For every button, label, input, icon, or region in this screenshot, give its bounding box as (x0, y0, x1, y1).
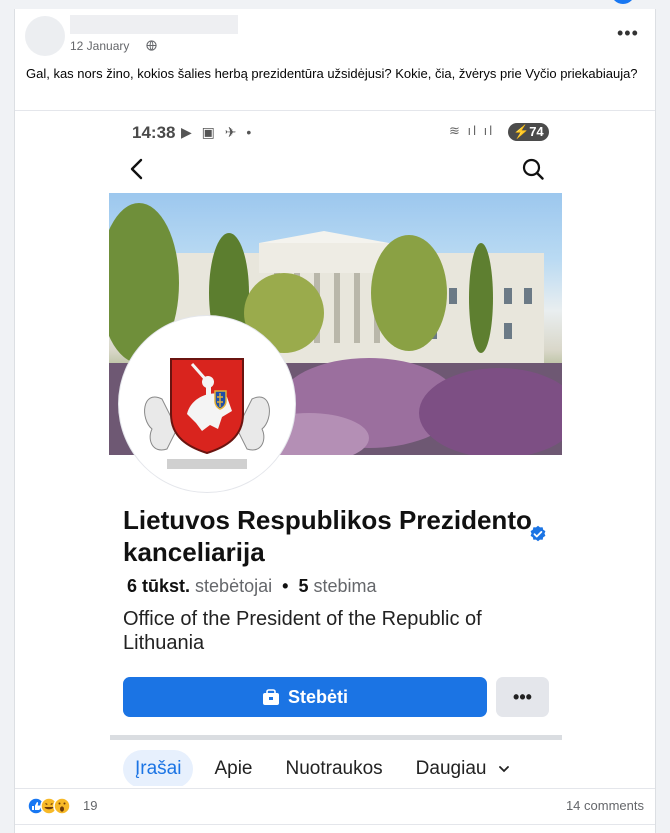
page-tabs: Įrašai Apie Nuotraukos Daugiau (123, 749, 531, 786)
coat-of-arms-image (144, 358, 270, 469)
tab-irasai[interactable]: Įrašai (123, 750, 194, 786)
divider (110, 735, 562, 740)
tab-daugiau-label: Daugiau (415, 758, 487, 779)
followers-label: stebėtojai (195, 576, 273, 596)
tab-nuotraukos[interactable]: Nuotraukos (274, 750, 395, 786)
phone-time: 14:38 (132, 123, 176, 142)
top-strip (0, 0, 670, 9)
phone-status-icons: ▶ ▣ ✈ • (181, 124, 255, 140)
following-count: 5 (298, 576, 309, 596)
following-label: stebima (313, 576, 377, 596)
redacted-author-name[interactable] (70, 15, 238, 34)
followers-count: 6 tūkst. (127, 576, 191, 596)
back-chevron-icon[interactable] (127, 157, 147, 181)
tab-daugiau[interactable]: Daugiau (404, 750, 522, 786)
avatar[interactable] (25, 16, 65, 56)
phone-signal-icons: ≋ ıl ıl (449, 123, 495, 138)
reactions-icons[interactable] (27, 797, 79, 815)
notification-indicator (611, 0, 635, 4)
battery-badge: ⚡74 (508, 123, 549, 141)
verified-icon (530, 525, 546, 542)
post-date[interactable]: 12 January (70, 39, 129, 53)
follower-stats[interactable]: 6 tūkst. stebėtojai • 5 stebima (127, 576, 377, 597)
page-description: Office of the President of the Republic … (123, 608, 482, 654)
tab-apie[interactable]: Apie (202, 750, 264, 786)
follow-icon (262, 688, 279, 705)
reaction-count[interactable]: 19 (83, 798, 97, 813)
follow-button-label: Stebėti (287, 686, 348, 707)
wow-icon (53, 797, 71, 815)
search-icon[interactable] (522, 158, 544, 180)
comment-input-row[interactable] (15, 824, 655, 833)
more-options-button[interactable]: ••• (496, 677, 549, 717)
profile-picture[interactable] (119, 316, 295, 492)
post-card: 12 January ••• Gal, kas nors žino, kokio… (14, 9, 656, 833)
page-title: Lietuvos Respublikos Prezidento kancelia… (123, 505, 532, 567)
chevron-down-icon (498, 766, 509, 773)
battery-level: 74 (529, 124, 544, 139)
follow-button[interactable]: Stebėti (123, 677, 487, 717)
reaction-bar: 19 14 comments (15, 788, 655, 822)
globe-icon (146, 40, 157, 51)
post-screenshot[interactable]: 14:38 ▶ ▣ ✈ • ≋ ıl ıl ⚡74 Lietuvos Respu… (15, 110, 655, 786)
comments-count[interactable]: 14 comments (566, 798, 644, 813)
post-text: Gal, kas nors žino, kokios šalies herbą … (26, 66, 638, 81)
more-icon[interactable]: ••• (617, 23, 639, 44)
